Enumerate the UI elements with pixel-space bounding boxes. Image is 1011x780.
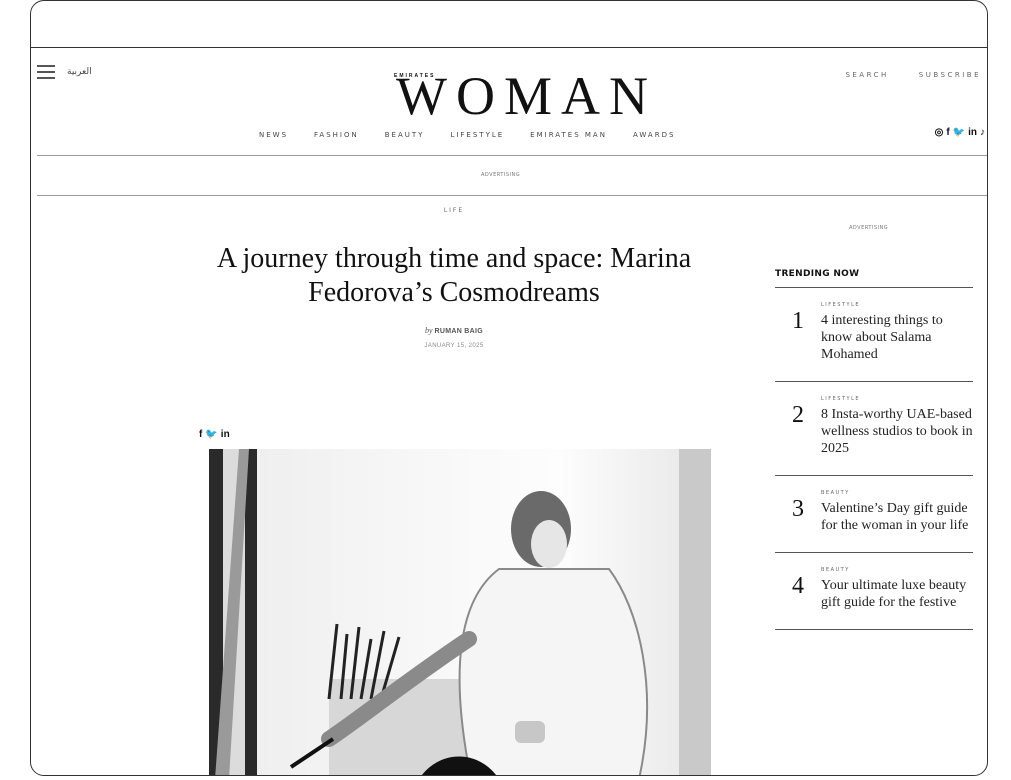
twitter-icon[interactable]: 🐦	[953, 127, 965, 138]
trending-category[interactable]: LIFESTYLE	[821, 302, 973, 308]
hero-photo-illustration	[209, 449, 711, 775]
trending-title[interactable]: Your ultimate luxe beauty gift guide for…	[821, 577, 973, 611]
trending-category[interactable]: LIFESTYLE	[821, 396, 973, 402]
trending-rank: 4	[792, 573, 804, 599]
trending-item[interactable]: 4 BEAUTY Your ultimate luxe beauty gift …	[775, 553, 973, 630]
nav-news[interactable]: NEWS	[259, 131, 288, 139]
trending-item[interactable]: 1 LIFESTYLE 4 interesting things to know…	[775, 288, 973, 382]
hamburger-icon[interactable]	[37, 65, 55, 83]
linkedin-icon[interactable]: in	[221, 429, 230, 440]
trending-category[interactable]: BEAUTY	[821, 490, 973, 496]
facebook-icon[interactable]: f	[946, 127, 949, 138]
subscribe-link[interactable]: SUBSCRIBE	[919, 71, 981, 79]
instagram-icon[interactable]: ◎	[935, 127, 944, 138]
trending-title[interactable]: Valentine’s Day gift guide for the woman…	[821, 500, 973, 534]
article-title: A journey through time and space: Marina…	[216, 243, 692, 308]
language-switch-link[interactable]: العربية	[67, 67, 92, 77]
browser-frame: العربية EMIRATES WOMAN SEARCH SUBSCRIBE …	[30, 0, 988, 776]
trending-rank: 3	[792, 496, 804, 522]
header-divider	[37, 155, 987, 156]
byline-prefix: by	[424, 326, 433, 335]
main-navigation: NEWS FASHION BEAUTY LIFESTYLE EMIRATES M…	[259, 131, 675, 139]
trending-item[interactable]: 2 LIFESTYLE 8 Insta-worthy UAE-based wel…	[775, 382, 973, 476]
header-actions: SEARCH SUBSCRIBE	[845, 71, 981, 79]
ad-divider	[37, 195, 987, 196]
twitter-icon[interactable]: 🐦	[205, 429, 217, 440]
article-hero-image	[209, 449, 711, 775]
byline: by RUMAN BAIG	[199, 326, 709, 335]
nav-lifestyle[interactable]: LIFESTYLE	[450, 131, 504, 139]
article-header: LIFE A journey through time and space: M…	[199, 207, 709, 349]
search-link[interactable]: SEARCH	[845, 71, 888, 79]
publish-date: JANUARY 15, 2025	[424, 343, 484, 349]
header-social-links: ◎ f 🐦 in ♪	[935, 127, 985, 138]
linkedin-icon[interactable]: in	[968, 127, 977, 138]
nav-awards[interactable]: AWARDS	[633, 131, 675, 139]
page-viewport: العربية EMIRATES WOMAN SEARCH SUBSCRIBE …	[31, 47, 987, 775]
trending-sidebar: TRENDING NOW 1 LIFESTYLE 4 interesting t…	[775, 207, 973, 630]
nav-fashion[interactable]: FASHION	[314, 131, 359, 139]
logo-kicker: EMIRATES	[394, 73, 436, 79]
author-link[interactable]: RUMAN BAIG	[435, 328, 484, 335]
trending-item[interactable]: 3 BEAUTY Valentine’s Day gift guide for …	[775, 476, 973, 553]
site-logo[interactable]: EMIRATES WOMAN	[394, 67, 648, 123]
trending-title[interactable]: 8 Insta-worthy UAE-based wellness studio…	[821, 406, 973, 457]
tiktok-icon[interactable]: ♪	[980, 127, 985, 138]
trending-heading: TRENDING NOW	[775, 269, 973, 288]
nav-beauty[interactable]: BEAUTY	[385, 131, 425, 139]
trending-rank: 1	[792, 308, 804, 334]
trending-category[interactable]: BEAUTY	[821, 567, 973, 573]
trending-rank: 2	[792, 402, 804, 428]
facebook-icon[interactable]: f	[199, 429, 202, 440]
browser-toolbar	[31, 1, 987, 48]
top-ad-label: ADVERTISING	[481, 172, 521, 178]
nav-emirates-man[interactable]: EMIRATES MAN	[530, 131, 607, 139]
article-section[interactable]: LIFE	[199, 207, 709, 214]
trending-title[interactable]: 4 interesting things to know about Salam…	[821, 312, 973, 363]
share-links: f 🐦 in	[199, 429, 230, 440]
